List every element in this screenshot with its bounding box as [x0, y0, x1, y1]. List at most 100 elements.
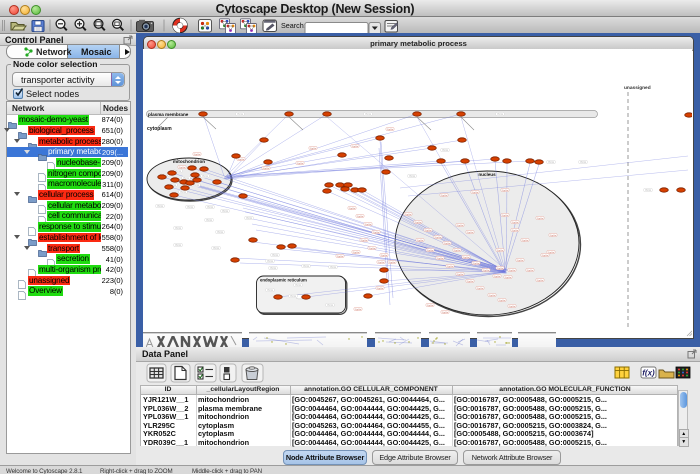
svg-text:Ybr1c: Ybr1c [409, 175, 416, 178]
svg-text:Ygr2w: Ygr2w [502, 189, 509, 192]
svg-text:Ybr1c: Ybr1c [187, 206, 194, 209]
svg-text:Ygr2w: Ygr2w [337, 255, 344, 258]
svg-text:Ygr2w: Ygr2w [310, 147, 317, 150]
svg-text:Ygr2w: Ygr2w [444, 242, 451, 245]
svg-text:Ygr2w: Ygr2w [527, 269, 534, 272]
svg-text:plasma membrane: plasma membrane [148, 112, 189, 117]
svg-text:Ygr2w: Ygr2w [502, 214, 509, 217]
svg-text:Ygr2w: Ygr2w [427, 249, 434, 252]
svg-text:Ygr2w: Ygr2w [373, 231, 380, 234]
svg-text:Ybr1c: Ybr1c [202, 175, 209, 178]
svg-text:Ygr2w: Ygr2w [435, 236, 442, 239]
svg-text:Ybr1c: Ybr1c [267, 289, 274, 292]
svg-text:Ybr1c: Ybr1c [330, 266, 337, 269]
svg-text:Ygr2w: Ygr2w [194, 153, 201, 156]
svg-text:endoplasmic reticulum: endoplasmic reticulum [260, 278, 307, 283]
svg-text:unassigned: unassigned [624, 85, 651, 91]
svg-text:Ybr1c: Ybr1c [327, 304, 334, 307]
svg-text:Ygr2w: Ygr2w [472, 191, 479, 194]
svg-text:Ygr2w: Ygr2w [447, 265, 454, 268]
svg-text:Ybr1c: Ybr1c [237, 113, 244, 116]
svg-text:Ygr2w: Ygr2w [537, 217, 544, 220]
svg-text:Ybr1c: Ybr1c [295, 284, 302, 287]
svg-text:Ybr1c: Ybr1c [175, 227, 182, 230]
svg-text:Ybr1c: Ybr1c [548, 161, 555, 164]
svg-text:Ygr2w: Ygr2w [489, 294, 496, 297]
svg-text:Ybr1c: Ybr1c [207, 206, 214, 209]
svg-text:Ygr2w: Ygr2w [457, 273, 464, 276]
svg-text:mitochondrion: mitochondrion [173, 159, 205, 164]
svg-text:Ygr2w: Ygr2w [454, 249, 461, 252]
svg-text:Ygr2w: Ygr2w [517, 259, 524, 262]
svg-text:f(x): f(x) [642, 369, 655, 378]
svg-text:Ygr2w: Ygr2w [377, 287, 384, 290]
svg-text:Ygr2w: Ygr2w [467, 280, 474, 283]
svg-text:Ygr2w: Ygr2w [473, 262, 480, 265]
svg-text:Ybr1c: Ybr1c [180, 191, 187, 194]
svg-text:Ygr2w: Ygr2w [512, 229, 519, 232]
svg-text:Ygr2w: Ygr2w [494, 275, 501, 278]
svg-text:Ygr2w: Ygr2w [467, 231, 474, 234]
svg-text:Ygr2w: Ygr2w [509, 269, 516, 272]
svg-text:Ygr2w: Ygr2w [238, 158, 245, 161]
svg-text:Ygr2w: Ygr2w [297, 162, 304, 165]
svg-text:Ygr2w: Ygr2w [509, 305, 516, 308]
svg-text:Ybr1c: Ybr1c [270, 267, 277, 270]
svg-text:Ygr2w: Ygr2w [483, 269, 490, 272]
svg-text:Ybr1c: Ybr1c [175, 244, 182, 247]
svg-text:Ybr1c: Ybr1c [290, 295, 297, 298]
svg-text:Ygr2w: Ygr2w [378, 261, 385, 264]
svg-text:Ygr2w: Ygr2w [361, 239, 368, 242]
svg-text:Ybr1c: Ybr1c [365, 113, 372, 116]
svg-text:Ygr2w: Ygr2w [349, 207, 356, 210]
svg-text:Ybr1c: Ybr1c [303, 265, 310, 268]
svg-text:Ygr2w: Ygr2w [550, 234, 557, 237]
svg-text:Ybr1c: Ybr1c [193, 184, 200, 187]
svg-text:Ygr2w: Ygr2w [427, 304, 434, 307]
svg-text:Ybr1c: Ybr1c [645, 189, 652, 192]
svg-text:Ygr2w: Ygr2w [548, 251, 555, 254]
svg-text:Ygr2w: Ygr2w [389, 261, 396, 264]
svg-text:Ygr2w: Ygr2w [499, 299, 506, 302]
svg-text:Ygr2w: Ygr2w [369, 247, 376, 250]
svg-text:Ygr2w: Ygr2w [405, 213, 412, 216]
svg-text:Ygr2w: Ygr2w [353, 251, 360, 254]
svg-text:Ygr2w: Ygr2w [442, 311, 449, 314]
svg-text:Ygr2w: Ygr2w [441, 194, 448, 197]
svg-text:Ygr2w: Ygr2w [542, 254, 549, 257]
svg-text:Ybr1c: Ybr1c [272, 254, 279, 257]
svg-text:Ygr2w: Ygr2w [537, 279, 544, 282]
svg-text:cytoplasm: cytoplasm [147, 126, 172, 132]
svg-text:Ygr2w: Ygr2w [179, 166, 186, 169]
svg-text:Ygr2w: Ygr2w [497, 267, 504, 270]
svg-text:Ygr2w: Ygr2w [381, 254, 388, 257]
svg-text:Ybr1c: Ybr1c [157, 205, 164, 208]
svg-text:Ygr2w: Ygr2w [357, 215, 364, 218]
svg-text:Ybr1c: Ybr1c [442, 149, 449, 152]
svg-text:Ygr2w: Ygr2w [263, 167, 270, 170]
svg-text:Ygr2w: Ygr2w [387, 128, 394, 131]
svg-text:Ygr2w: Ygr2w [417, 239, 424, 242]
svg-text:Ygr2w: Ygr2w [463, 256, 470, 259]
svg-text:Search:: Search: [281, 21, 306, 30]
svg-text:Ygr2w: Ygr2w [425, 229, 432, 232]
svg-text:Ybr1c: Ybr1c [267, 260, 274, 263]
svg-text:Ygr2w: Ygr2w [437, 257, 444, 260]
svg-text:Ybr1c: Ybr1c [222, 210, 229, 213]
svg-text:Ygr2w: Ygr2w [415, 221, 422, 224]
svg-text:Ygr2w: Ygr2w [497, 249, 504, 252]
svg-text:nucleus: nucleus [478, 172, 496, 177]
svg-text:Ygr2w: Ygr2w [477, 287, 484, 290]
svg-text:Ygr2w: Ygr2w [355, 308, 362, 311]
svg-text:Ybr1c: Ybr1c [217, 231, 224, 234]
svg-text:Ybr1c: Ybr1c [206, 219, 213, 222]
svg-text:Ygr2w: Ygr2w [352, 145, 359, 148]
svg-text:Ybr1c: Ybr1c [213, 247, 220, 250]
svg-text:Ygr2w: Ygr2w [522, 239, 529, 242]
svg-text:Ygr2w: Ygr2w [505, 276, 512, 279]
svg-text:Ybr1c: Ybr1c [580, 161, 587, 164]
svg-text:Ygr2w: Ygr2w [457, 224, 464, 227]
svg-text:Ybr1c: Ybr1c [497, 113, 504, 116]
svg-text:Ygr2w: Ygr2w [365, 223, 372, 226]
svg-text:Ybr1c: Ybr1c [246, 217, 253, 220]
